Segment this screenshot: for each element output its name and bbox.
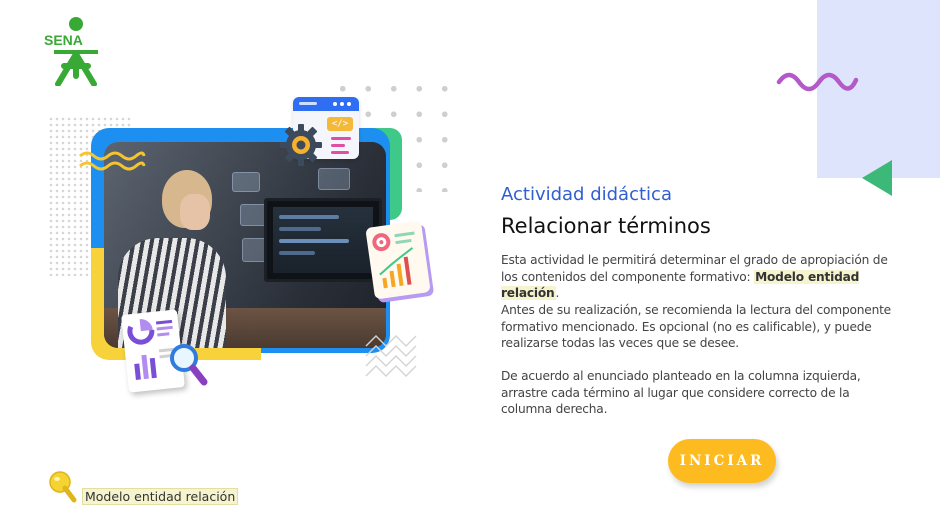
floating-ui-panel [232,172,260,192]
wave-decoration-icon [776,72,859,92]
chart-document-icon [365,220,431,300]
sena-logo: SENA [40,16,112,86]
code-tag: </> [327,117,353,131]
pushpin-icon [49,471,77,503]
logo-text: SENA [44,32,83,48]
magnifier-icon [170,344,208,386]
gear-icon [280,124,322,166]
floating-ui-panel [318,168,350,190]
component-link[interactable]: Modelo entidad relación [82,488,239,505]
intro-end: . [555,286,560,300]
zigzag-decoration-icon [365,335,417,377]
sena-logo-icon [54,17,98,86]
recommendation-paragraph: Antes de su realización, se recomienda l… [501,303,891,350]
instructions-paragraph: De acuerdo al enunciado planteado en la … [501,369,861,416]
start-button[interactable]: INICIAR [668,439,776,483]
intro-paragraph: Esta actividad le permitirá determinar e… [501,252,893,302]
monitor [264,198,382,282]
person-face [180,194,210,230]
triangle-decoration-icon [862,160,892,196]
page-title: Relacionar términos [501,214,711,238]
activity-type-label: Actividad didáctica [501,184,672,205]
wavy-lines-icon [79,151,146,171]
